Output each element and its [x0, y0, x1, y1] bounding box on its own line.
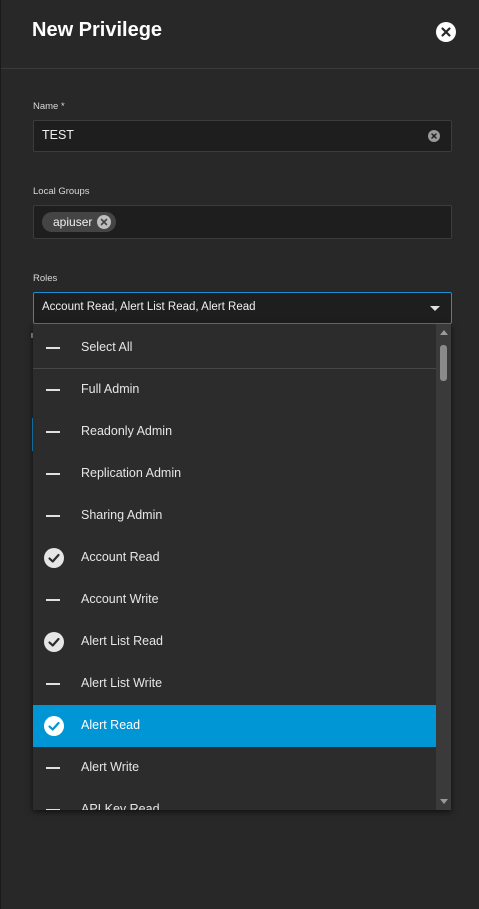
close-icon[interactable] [97, 215, 112, 229]
option-label: Account Write [81, 592, 159, 606]
local-groups-input[interactable]: apiuser [33, 205, 452, 239]
roles-label: Roles [33, 273, 58, 284]
group-chip-label: apiuser [53, 215, 93, 229]
scroll-up-icon[interactable] [440, 330, 448, 335]
option-account-read[interactable]: Account Read [33, 537, 436, 579]
close-icon[interactable] [436, 22, 456, 42]
dash-icon [46, 389, 60, 391]
check-circle-icon [44, 632, 64, 652]
dash-icon [46, 515, 60, 517]
dropdown-scrollbar[interactable] [436, 324, 451, 810]
check-circle-icon [44, 716, 64, 736]
option-label: Alert List Read [81, 634, 163, 648]
chevron-down-icon[interactable] [430, 306, 440, 311]
dialog-header: New Privilege [1, 0, 479, 69]
dash-icon [46, 683, 60, 685]
option-account-write[interactable]: Account Write [33, 579, 436, 621]
option-full-admin[interactable]: Full Admin [33, 369, 436, 411]
option-alert-read[interactable]: Alert Read [33, 705, 436, 747]
scroll-down-icon[interactable] [440, 799, 448, 804]
option-label: Readonly Admin [81, 424, 173, 438]
roles-select-value: Account Read, Alert List Read, Alert Rea… [42, 301, 256, 313]
option-label: Replication Admin [81, 466, 182, 480]
option-sharing-admin[interactable]: Sharing Admin [33, 495, 436, 537]
scroll-thumb[interactable] [440, 345, 447, 381]
dialog-title: New Privilege [32, 19, 163, 41]
option-alert-list-write[interactable]: Alert List Write [33, 663, 436, 705]
option-label: Sharing Admin [81, 508, 163, 522]
option-label: Select All [81, 340, 133, 354]
option-label: API Key Read [81, 802, 160, 810]
check-circle-icon [44, 548, 64, 568]
dash-icon [46, 347, 60, 349]
dash-icon [46, 431, 60, 433]
option-select-all[interactable]: Select All [33, 327, 436, 369]
group-chip: apiuser [42, 212, 117, 232]
option-label: Full Admin [81, 382, 140, 396]
roles-dropdown: Select All Full Admin Readonly Admin Rep… [33, 324, 451, 810]
option-label: Alert List Write [81, 676, 163, 690]
option-alert-list-read[interactable]: Alert List Read [33, 621, 436, 663]
roles-select[interactable]: Account Read, Alert List Read, Alert Rea… [33, 292, 452, 324]
dialog-panel: New Privilege Name * TEST Local Groups a… [1, 0, 479, 909]
option-api-key-read[interactable]: API Key Read [33, 789, 436, 810]
option-alert-write[interactable]: Alert Write [33, 747, 436, 789]
clear-icon[interactable] [428, 130, 440, 142]
dash-icon [46, 599, 60, 601]
local-groups-label: Local Groups [33, 186, 90, 197]
option-readonly-admin[interactable]: Readonly Admin [33, 411, 436, 453]
option-label: Alert Write [81, 760, 140, 774]
name-input[interactable]: TEST [33, 120, 452, 152]
name-label: Name * [33, 101, 65, 112]
dash-icon [46, 473, 60, 475]
dash-icon [46, 809, 60, 810]
name-input-value: TEST [42, 128, 74, 142]
option-label: Account Read [81, 550, 160, 564]
dash-icon [46, 767, 60, 769]
option-replication-admin[interactable]: Replication Admin [33, 453, 436, 495]
option-label: Alert Read [81, 718, 141, 732]
